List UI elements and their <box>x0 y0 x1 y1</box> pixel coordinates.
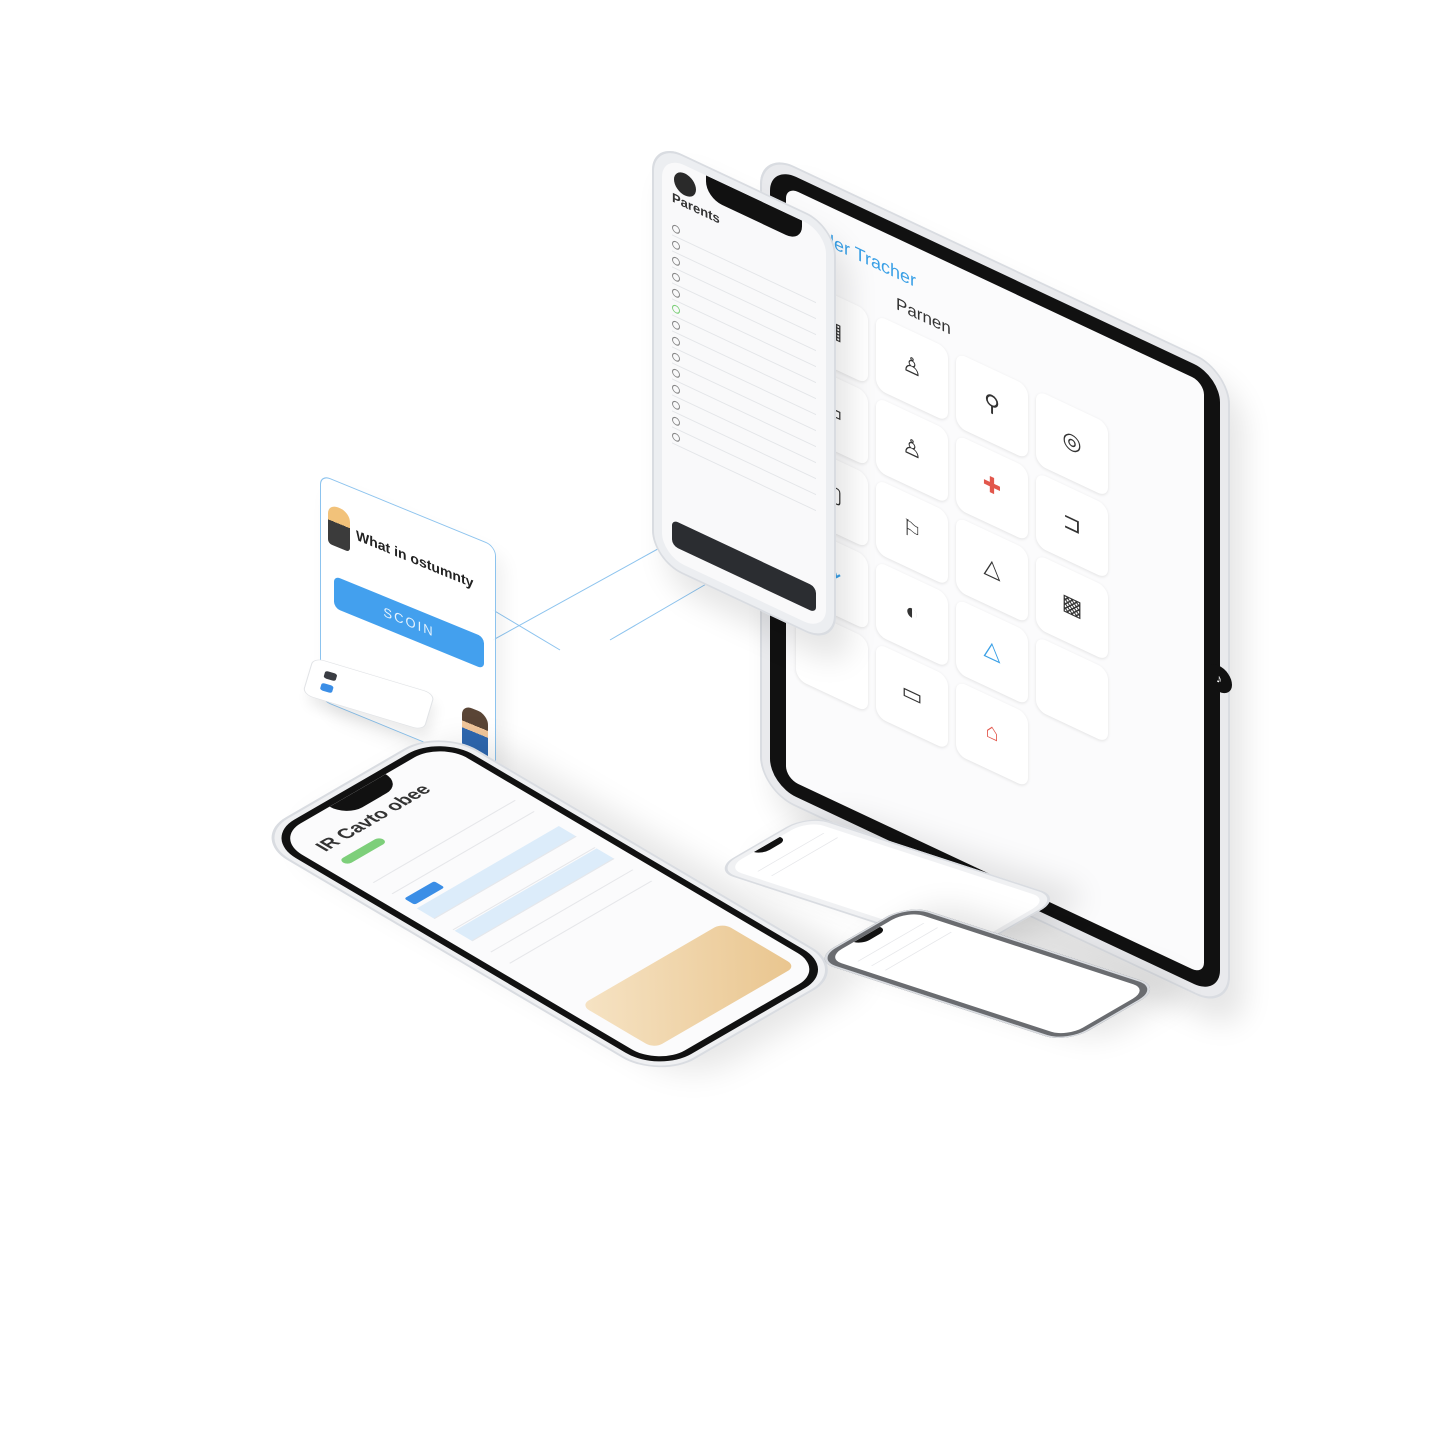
row-icon <box>672 254 680 267</box>
tile-icon: ▭ <box>901 676 923 712</box>
row-icon <box>672 334 680 347</box>
row-icon <box>672 414 680 427</box>
tile-icon: ⚐ <box>902 512 922 548</box>
device-showcase: Order Tracher Parnen ▦ ♙ ⚲ ◎ ▭ ♙ ✚ ⊐ ▢ ⚐… <box>0 0 1440 1440</box>
onboarding-card: What in ostumnty SCOIN <box>320 474 496 773</box>
tile-icon: ◐ <box>905 596 919 628</box>
row-icon <box>672 270 680 283</box>
tile-icon: ◎ <box>1062 424 1082 459</box>
parents-list <box>672 219 816 512</box>
tile-icon: ♙ <box>902 430 922 466</box>
row-icon <box>672 302 680 315</box>
phone-parents: Parents <box>652 140 836 647</box>
tile-icon: △ <box>983 633 1001 667</box>
row-icon <box>672 382 680 395</box>
tile-icon: ♙ <box>902 348 922 384</box>
tile-icon: ⚲ <box>983 387 1001 420</box>
row-icon <box>672 286 680 299</box>
row-icon <box>672 366 680 379</box>
row-icon <box>672 222 680 235</box>
tile-icon: ✚ <box>982 468 1002 503</box>
row-icon <box>672 398 680 411</box>
tablet-tile-grid: ▦ ♙ ⚲ ◎ ▭ ♙ ✚ ⊐ ▢ ⚐ △ ▩ ⟳ ◐ △ ▭ ⌂ <box>796 276 1126 834</box>
row-icon <box>672 430 680 443</box>
tile-icon: ⊐ <box>1062 506 1082 540</box>
tile-icon: △ <box>983 551 1001 585</box>
phone-screen: IR Cavto obee <box>274 742 825 1066</box>
qr-code-icon: ▩ <box>1061 587 1083 623</box>
promo-illustration <box>580 922 797 1049</box>
row-icon <box>672 350 680 363</box>
tile-icon: ⌂ <box>985 715 999 748</box>
row-icon <box>672 238 680 251</box>
row-icon <box>672 318 680 331</box>
phone-screen: Parents <box>662 154 826 632</box>
